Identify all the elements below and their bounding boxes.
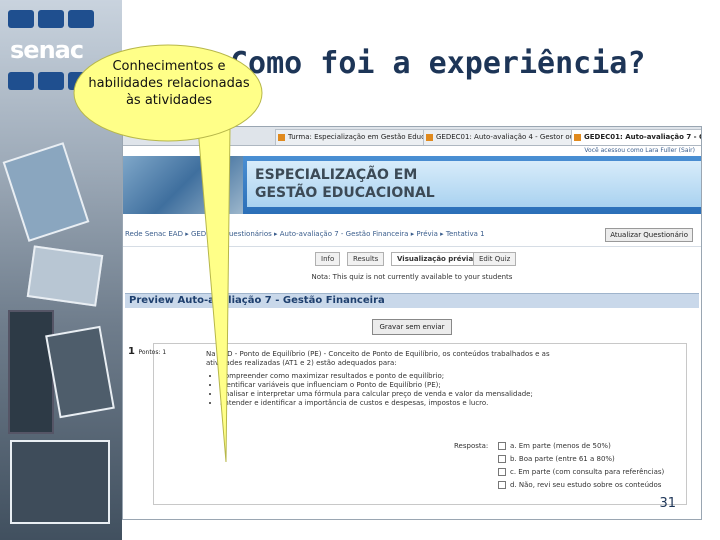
page-number: 31 xyxy=(659,496,676,511)
callout-pointer xyxy=(197,127,231,463)
callout-text: Conhecimentos e habilidades relacionadas… xyxy=(88,59,250,108)
